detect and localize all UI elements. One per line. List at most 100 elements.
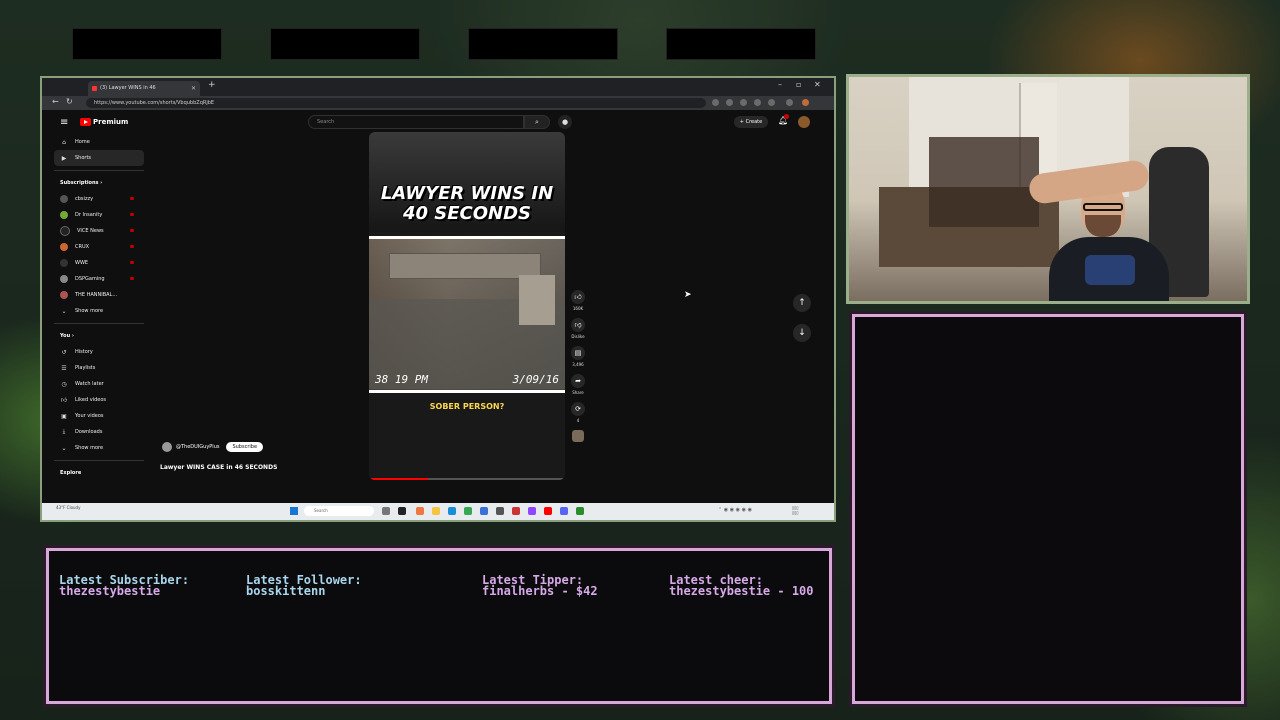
sidebar-item-downloads[interactable]: ⤓ Downloads (54, 424, 144, 440)
subscribe-button[interactable]: Subscribe (226, 442, 264, 452)
bookmark-star-icon[interactable] (726, 99, 733, 106)
sidebar-item-label: Your videos (75, 413, 104, 419)
previous-short-icon[interactable]: ↑ (793, 294, 811, 312)
search-icon[interactable]: ⌕ (524, 115, 550, 129)
next-short-icon[interactable]: ↓ (793, 324, 811, 342)
file-explorer-icon[interactable] (432, 507, 440, 515)
terminal-icon[interactable] (398, 507, 406, 515)
sidebar-item-subscription[interactable]: DSPGaming (54, 271, 144, 287)
back-icon[interactable]: ← (52, 97, 59, 106)
show-more-button[interactable]: ⌄ Show more (54, 440, 144, 456)
taskbar-clock[interactable]: ▯▯▯ ▯▯▯ (792, 505, 799, 515)
you-header[interactable]: You › (54, 328, 144, 344)
new-tab-icon[interactable]: + (208, 80, 216, 90)
youtube-logo[interactable]: Premium (80, 118, 128, 126)
extension-icon[interactable] (740, 99, 747, 106)
chrome-icon[interactable] (464, 507, 472, 515)
edge-icon[interactable] (448, 507, 456, 515)
live-indicator (130, 261, 134, 264)
sidebar-item-history[interactable]: ↺ History (54, 344, 144, 360)
dislike-action[interactable]: 👎︎ Dislike (567, 318, 589, 339)
discord-icon[interactable] (560, 507, 568, 515)
channel-name[interactable]: @TheDUIGuyPlus (176, 444, 219, 450)
like-action[interactable]: 👍︎ 160K (567, 290, 589, 311)
tab-close-icon[interactable]: ✕ (191, 81, 196, 96)
hamburger-menu-icon[interactable]: ≡ (60, 117, 68, 128)
thumbs-up-icon[interactable]: 👍︎ (571, 290, 585, 304)
sidebar-item-label: VICE News (77, 228, 104, 234)
app-icon[interactable] (496, 507, 504, 515)
url-field[interactable]: https://www.youtube.com/shorts/VbqubbZqR… (86, 98, 706, 108)
sidebar-item-label: Dr Insanity (75, 212, 103, 218)
app-icon[interactable] (480, 507, 488, 515)
microphone-icon[interactable]: ● (558, 115, 572, 129)
app-icon[interactable] (576, 507, 584, 515)
home-icon: ⌂ (62, 138, 66, 146)
weather-widget[interactable]: 43°F Cloudy (56, 505, 80, 510)
thumbs-down-icon[interactable]: 👎︎ (571, 318, 585, 332)
sidebar-item-label: WWE (75, 260, 89, 266)
comment-icon[interactable]: ▤ (571, 346, 585, 360)
webcam-feed (846, 74, 1250, 304)
extension-icon[interactable] (712, 99, 719, 106)
comments-action[interactable]: ▤ 3,496 (567, 346, 589, 367)
remix-icon[interactable]: ⟳ (571, 402, 585, 416)
maximize-icon[interactable]: ▫ (796, 80, 801, 89)
channel-avatar[interactable] (162, 442, 172, 452)
share-action[interactable]: ➦ Share (567, 374, 589, 395)
sidebar-item-subscription[interactable]: WWE (54, 255, 144, 271)
sidebar-item-subscription[interactable]: cbsizzy (54, 191, 144, 207)
live-indicator (130, 197, 134, 200)
search-input[interactable]: Search (308, 115, 524, 129)
video-title: Lawyer WINS CASE in 46 SECONDS (160, 464, 278, 471)
task-view-icon[interactable] (382, 507, 390, 515)
minimize-icon[interactable]: – (778, 80, 782, 89)
app-icon[interactable] (512, 507, 520, 515)
remix-action[interactable]: ⟳ 4 (567, 402, 589, 423)
live-indicator (130, 245, 134, 248)
sidebar-item-subscription[interactable]: CRUX (54, 239, 144, 255)
youtube-app-icon[interactable] (544, 507, 552, 515)
account-avatar[interactable] (798, 116, 810, 128)
video-progress-bar[interactable] (369, 478, 565, 480)
chevron-right-icon: › (100, 180, 103, 186)
share-icon[interactable]: ➦ (571, 374, 585, 388)
footage-timestamp: 38 19 PM 3/09/16 (369, 373, 565, 386)
subscriptions-header[interactable]: Subscriptions › (54, 175, 144, 191)
sidebar-item-subscription[interactable]: THE HANNIBAL... (54, 287, 144, 303)
windows-start-icon[interactable] (290, 507, 298, 515)
reload-icon[interactable]: ↻ (66, 97, 73, 106)
sidebar-item-subscription[interactable]: Dr Insanity (54, 207, 144, 223)
system-tray-icons[interactable]: ⌃ ◉ ◉ ◉ ◉ ◉ (718, 507, 752, 513)
sidebar-item-label: CRUX (75, 244, 90, 250)
chat-extension-icon[interactable] (802, 99, 809, 106)
close-window-icon[interactable]: ✕ (814, 80, 821, 89)
sidebar-item-subscription[interactable]: VICE News (54, 223, 144, 239)
alert-value: thezestybestie (59, 584, 161, 598)
sidebar-item-shorts[interactable]: ▶ Shorts (54, 150, 144, 166)
browser-tab[interactable]: (3) Lawyer WINS in 46 ✕ (88, 81, 200, 96)
short-video-player[interactable]: LAWYER WINS IN 40 SECONDS 38 19 PM 3/09/… (369, 132, 565, 480)
sidebar-item-home[interactable]: ⌂ Home (54, 134, 144, 150)
browser-app-icon[interactable] (416, 507, 424, 515)
chevron-right-icon: › (71, 333, 74, 339)
sidebar-item-liked-videos[interactable]: 👍︎ Liked videos (54, 392, 144, 408)
sidebar-item-playlists[interactable]: ☰ Playlists (54, 360, 144, 376)
overlay-top-slot (666, 28, 816, 60)
extension-icon[interactable] (754, 99, 761, 106)
channel-avatar (60, 211, 68, 219)
sound-avatar[interactable] (572, 430, 584, 442)
sidebar-item-watch-later[interactable]: ◷ Watch later (54, 376, 144, 392)
latest-tipper: Latest Tipper: finalherbs - $42 (482, 574, 598, 597)
sidebar-item-your-videos[interactable]: ▣ Your videos (54, 408, 144, 424)
chevron-down-icon: ⌄ (61, 307, 67, 315)
stream-alerts-panel: Latest Subscriber: thezestybestie Latest… (43, 545, 835, 707)
tab-title: (3) Lawyer WINS in 46 (100, 85, 156, 91)
twitch-icon[interactable] (528, 507, 536, 515)
sound-action[interactable] (567, 430, 589, 442)
profile-icon[interactable] (768, 99, 775, 106)
taskbar-search-input[interactable]: Search (304, 506, 374, 516)
create-button[interactable]: + Create (734, 116, 768, 128)
menu-dots-icon[interactable] (786, 99, 793, 106)
show-more-button[interactable]: ⌄ Show more (54, 303, 144, 319)
